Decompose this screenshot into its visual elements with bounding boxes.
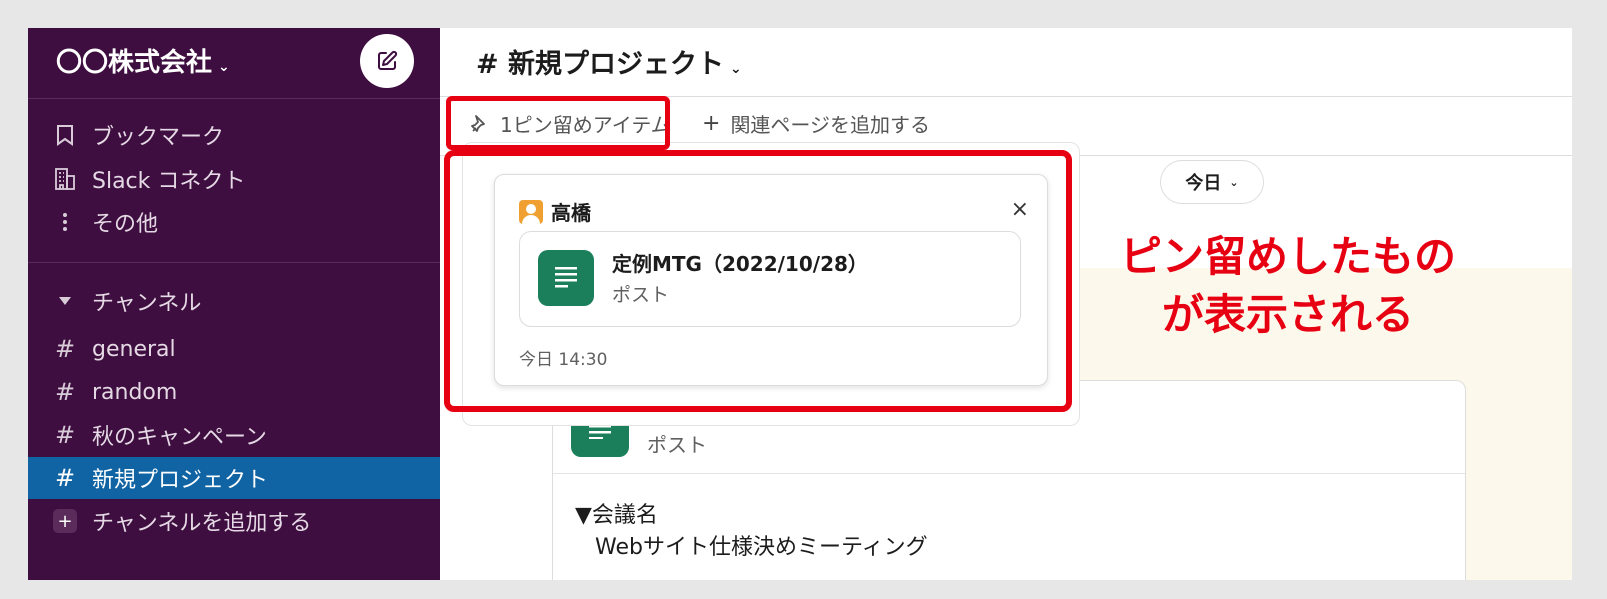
annotation-line-1: ピン留めしたもの	[1119, 232, 1456, 281]
bookmark-icon	[52, 124, 78, 146]
compose-button[interactable]	[360, 34, 414, 88]
workspace-name: 〇〇株式会社	[56, 48, 213, 78]
sidebar-divider	[28, 262, 440, 263]
workspace-header: 〇〇株式会社 ⌄	[28, 28, 440, 99]
meeting-heading: ▼会議名	[575, 503, 658, 528]
sidebar-channel-autumn-campaign[interactable]: # 秋のキャンペーン	[28, 414, 440, 456]
add-channel-label: チャンネルを追加する	[92, 511, 312, 536]
sidebar-item-label: その他	[92, 212, 159, 237]
hash-icon: #	[476, 49, 499, 80]
post-divider	[553, 473, 1465, 474]
slack-window: 〇〇株式会社 ⌄ ブックマーク Slack コネクト その他 チャンネル # g…	[28, 28, 1572, 580]
compose-icon	[378, 50, 398, 70]
add-channel-button[interactable]: + チャンネルを追加する	[28, 500, 440, 542]
sidebar-item-bookmarks[interactable]: ブックマーク	[28, 114, 440, 156]
plus-icon: +	[702, 111, 721, 136]
channel-label: general	[92, 336, 176, 362]
post-type-label: ポスト	[647, 433, 707, 457]
channel-title-button[interactable]: # 新規プロジェクト ⌄	[476, 42, 742, 81]
chevron-down-icon: ⌄	[730, 61, 742, 77]
annotation-highlight-popup	[444, 150, 1072, 412]
channel-label: 新規プロジェクト	[92, 468, 269, 493]
hash-icon: #	[54, 335, 76, 363]
caret-down-icon	[52, 297, 78, 305]
workspace-switcher[interactable]: 〇〇株式会社 ⌄	[56, 42, 230, 79]
annotation-highlight-pin-tab	[446, 96, 670, 150]
channels-header: チャンネル	[92, 291, 202, 316]
hash-icon: #	[54, 464, 76, 492]
date-divider-button[interactable]: 今日 ⌄	[1160, 160, 1264, 204]
sidebar-channel-new-project[interactable]: # 新規プロジェクト	[28, 457, 440, 499]
sidebar-channel-general[interactable]: # general	[28, 328, 440, 370]
channel-label: random	[92, 379, 178, 405]
hash-icon: #	[54, 421, 76, 449]
channel-title: 新規プロジェクト	[508, 49, 725, 80]
meeting-name: Webサイト仕様決めミーティング	[595, 535, 928, 560]
annotation-text: ピン留めしたもの が表示される	[1088, 228, 1488, 344]
sidebar-item-label: Slack コネクト	[92, 169, 246, 194]
add-related-page-label: 関連ページを追加する	[730, 113, 931, 137]
building-icon	[52, 167, 78, 191]
date-label: 今日	[1185, 173, 1222, 194]
channels-section-toggle[interactable]: チャンネル	[28, 280, 440, 322]
annotation-line-2: が表示される	[1161, 290, 1414, 339]
add-related-page-button[interactable]: + 関連ページを追加する	[702, 109, 930, 138]
channel-label: 秋のキャンペーン	[92, 425, 267, 450]
sidebar-item-slack-connect[interactable]: Slack コネクト	[28, 158, 440, 200]
plus-icon: +	[53, 509, 77, 533]
sidebar-item-label: ブックマーク	[92, 125, 225, 150]
sidebar-channel-random[interactable]: # random	[28, 371, 440, 413]
more-vertical-icon	[52, 211, 78, 233]
channel-header: # 新規プロジェクト ⌄	[440, 28, 1572, 97]
sidebar: 〇〇株式会社 ⌄ ブックマーク Slack コネクト その他 チャンネル # g…	[28, 28, 440, 580]
chevron-down-icon: ⌄	[1229, 175, 1239, 189]
chevron-down-icon: ⌄	[218, 59, 230, 75]
sidebar-item-more[interactable]: その他	[28, 201, 440, 243]
hash-icon: #	[54, 378, 76, 406]
